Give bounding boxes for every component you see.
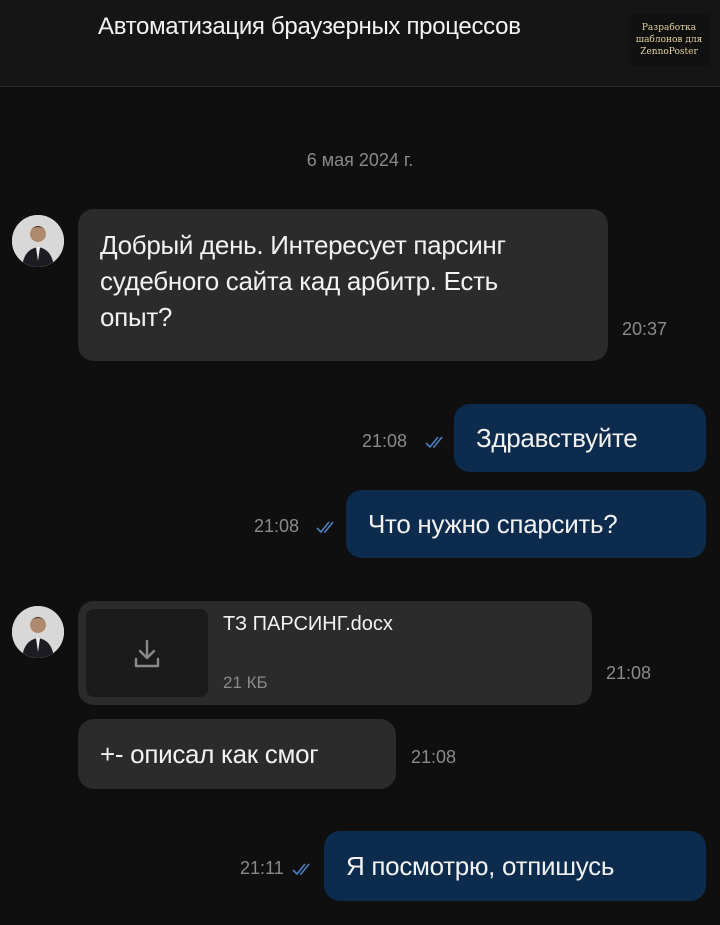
file-name[interactable]: ТЗ ПАРСИНГ.docx: [223, 613, 393, 636]
message-time: 21:08: [411, 747, 457, 767]
message-text: +- описал как смог: [100, 739, 319, 769]
file-message[interactable]: ТЗ ПАРСИНГ.docx 21 КБ: [78, 601, 592, 705]
double-check-icon: [425, 436, 443, 449]
date-separator: 6 мая 2024 г.: [306, 150, 414, 170]
avatar[interactable]: [12, 606, 64, 658]
double-check-icon: [292, 863, 310, 876]
logo-line-2: шаблонов для: [635, 35, 703, 45]
chat-header: Автоматизация браузерных процессов Разра…: [0, 0, 720, 87]
avatar[interactable]: [12, 215, 64, 267]
logo-line-1: Разработка: [641, 23, 697, 33]
message-time: 20:37: [622, 319, 668, 339]
message-outgoing[interactable]: Я посмотрю, отпишусь: [324, 831, 706, 901]
message-outgoing[interactable]: Здравствуйте: [454, 404, 706, 472]
channel-logo[interactable]: Разработка шаблонов для ZennoPoster: [628, 14, 710, 66]
message-incoming[interactable]: +- описал как смог: [78, 719, 396, 789]
logo-line-3: ZennoPoster: [640, 47, 698, 57]
file-size: 21 КБ: [223, 673, 268, 692]
chat-title[interactable]: Автоматизация браузерных процессов: [98, 12, 528, 42]
message-time: 21:11: [240, 858, 284, 878]
message-time: 21:08: [362, 431, 408, 451]
message-text: Здравствуйте: [476, 423, 638, 453]
message-outgoing[interactable]: Что нужно спарсить?: [346, 490, 706, 558]
message-text: Добрый день. Интересует парсинг судебног…: [100, 230, 506, 332]
message-text: Я посмотрю, отпишусь: [346, 851, 615, 881]
message-time: 21:08: [254, 516, 300, 536]
file-download-button[interactable]: [86, 609, 208, 697]
message-time: 21:08: [606, 663, 652, 683]
double-check-icon: [316, 521, 334, 534]
message-incoming[interactable]: Добрый день. Интересует парсинг судебног…: [78, 209, 608, 361]
message-text: Что нужно спарсить?: [368, 509, 618, 539]
download-icon: [134, 639, 160, 668]
